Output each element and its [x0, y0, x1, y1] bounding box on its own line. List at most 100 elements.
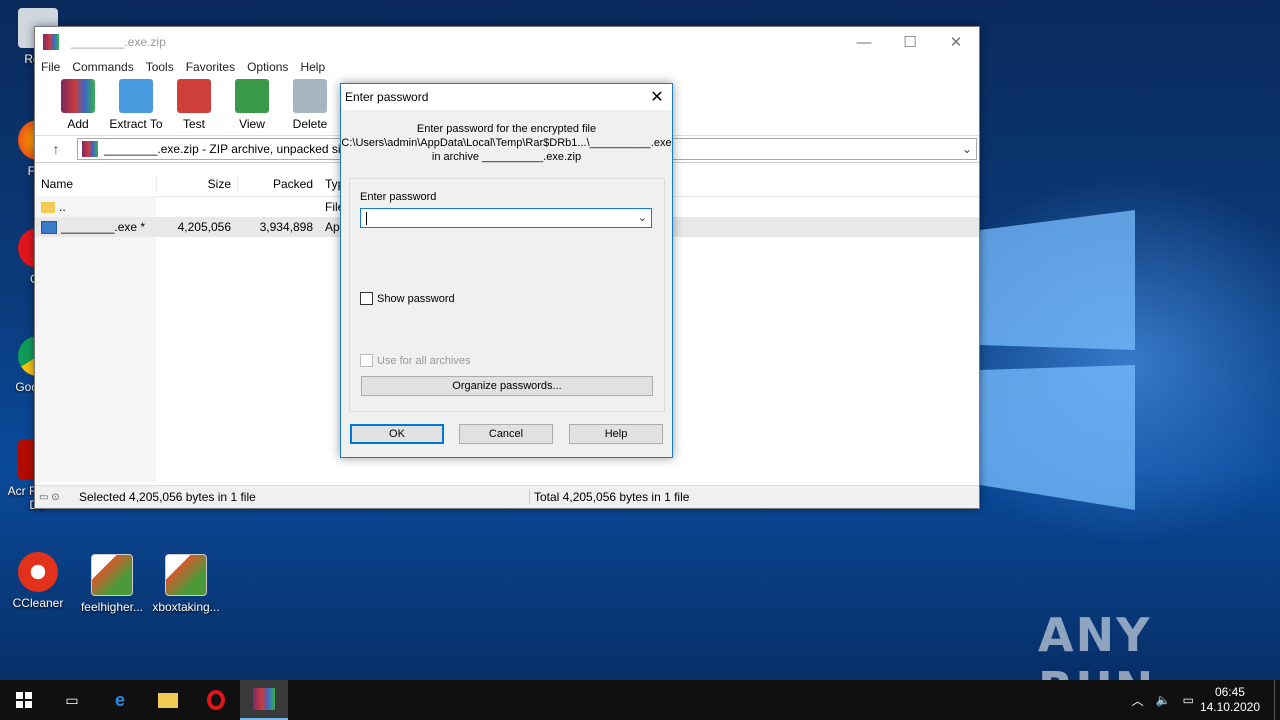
test-button[interactable]: Test — [165, 79, 223, 135]
column-header-size[interactable]: Size — [156, 177, 237, 191]
use-for-all-label: Use for all archives — [377, 354, 471, 367]
row-name: .. — [59, 200, 66, 214]
clock[interactable]: 06:45 14.10.2020 — [1200, 685, 1260, 715]
exe-file-icon — [41, 221, 57, 235]
opera-icon — [207, 690, 225, 710]
use-for-all-archives-checkbox: Use for all archives — [360, 354, 471, 367]
view-button[interactable]: View — [223, 79, 281, 135]
window-title: ________.exe.zip — [71, 35, 166, 49]
show-password-checkbox[interactable]: Show password — [360, 292, 455, 305]
winrar-icon — [43, 34, 59, 50]
column-header-packed[interactable]: Packed — [237, 177, 319, 191]
desktop-icon-label: xboxtaking... — [152, 600, 220, 614]
menu-file[interactable]: File — [41, 60, 60, 74]
clock-time: 06:45 — [1214, 685, 1245, 699]
ok-button[interactable]: OK — [350, 424, 444, 444]
edge-icon: e — [114, 689, 125, 710]
path-text: ________.exe.zip - ZIP archive, unpacked… — [104, 142, 347, 156]
delete-button[interactable]: Delete — [281, 79, 339, 135]
cancel-button[interactable]: Cancel — [459, 424, 553, 444]
taskbar-file-explorer[interactable] — [144, 680, 192, 720]
show-desktop-button[interactable] — [1274, 680, 1280, 720]
ccleaner-icon — [18, 552, 58, 592]
password-label: Enter password — [360, 191, 437, 203]
name-column-bg — [35, 196, 156, 482]
add-archive-icon — [61, 79, 95, 113]
drive-key-icon[interactable]: ▭ ⊙ — [35, 492, 79, 503]
password-group: Enter password ⌄ Show password Use for a… — [349, 178, 665, 412]
taskbar: ▭ e ︿ 🔈 ▭ 06:45 14.10.2020 — [0, 680, 1280, 720]
task-view-icon: ▭ — [65, 691, 79, 708]
image-file-icon — [165, 554, 207, 596]
up-arrow-icon[interactable]: ↑ — [35, 141, 77, 157]
status-bar: ▭ ⊙ Selected 4,205,056 bytes in 1 file T… — [35, 485, 979, 508]
windows-start-icon — [16, 692, 32, 708]
info-line: Enter password for the encrypted file — [416, 123, 597, 135]
organize-passwords-button[interactable]: Organize passwords... — [361, 376, 653, 396]
menu-commands[interactable]: Commands — [72, 60, 133, 74]
text-caret — [366, 212, 367, 225]
desktop-icon-feelhigher[interactable]: feelhigher... — [74, 554, 150, 614]
menu-help[interactable]: Help — [300, 60, 325, 74]
winrar-icon — [253, 688, 275, 710]
menu-favorites[interactable]: Favorites — [186, 60, 235, 74]
taskbar-opera[interactable] — [192, 680, 240, 720]
row-name: ________.exe * — [61, 219, 146, 234]
encrypted-file-info: Enter password for the encrypted file C:… — [341, 122, 672, 164]
dialog-title-bar[interactable]: Enter password ✕ — [341, 84, 672, 110]
clock-date: 14.10.2020 — [1199, 700, 1260, 714]
menu-tools[interactable]: Tools — [146, 60, 174, 74]
help-button[interactable]: Help — [569, 424, 663, 444]
minimize-button[interactable]: — — [841, 34, 887, 51]
dialog-close-icon[interactable]: ✕ — [642, 87, 672, 107]
row-packed: 3,934,898 — [259, 220, 313, 234]
desktop-icon-xboxtaking[interactable]: xboxtaking... — [148, 554, 224, 614]
volume-icon[interactable]: 🔈 — [1156, 693, 1171, 707]
row-size: 4,205,056 — [177, 220, 231, 234]
maximize-button[interactable]: ☐ — [887, 33, 933, 51]
view-label: View — [239, 117, 265, 131]
add-label: Add — [67, 117, 89, 131]
extract-to-button[interactable]: Extract To — [107, 79, 165, 135]
desktop-icon-label: feelhigher... — [80, 600, 144, 614]
password-input[interactable]: ⌄ — [360, 208, 652, 228]
chevron-down-icon[interactable]: ⌄ — [962, 142, 972, 156]
info-archive: in archive __________.exe.zip — [431, 151, 582, 163]
checkbox-box — [360, 354, 373, 367]
info-file-path: C:\Users\admin\AppData\Local\Temp\Rar$DR… — [341, 137, 672, 149]
taskbar-edge[interactable]: e — [96, 680, 144, 720]
folder-icon — [158, 692, 178, 708]
column-header-name[interactable]: Name — [35, 177, 156, 191]
image-file-icon — [91, 554, 133, 596]
test-label: Test — [182, 117, 205, 131]
chevron-up-icon[interactable]: ︿ — [1132, 692, 1144, 709]
view-book-icon — [235, 79, 269, 113]
chevron-down-icon[interactable]: ⌄ — [638, 211, 647, 224]
desktop-icon-ccleaner[interactable]: CCleaner — [0, 552, 76, 610]
delete-label: Delete — [292, 117, 328, 131]
add-button[interactable]: Add — [49, 79, 107, 135]
checkbox-box[interactable] — [360, 292, 373, 305]
menu-options[interactable]: Options — [247, 60, 288, 74]
system-tray: ︿ 🔈 ▭ 06:45 14.10.2020 — [1126, 680, 1280, 720]
close-button[interactable]: ✕ — [933, 33, 979, 51]
dialog-title: Enter password — [345, 90, 429, 104]
desktop-icon-label: CCleaner — [12, 596, 64, 610]
start-button[interactable] — [0, 680, 48, 720]
title-bar[interactable]: ________.exe.zip — ☐ ✕ — [35, 27, 979, 57]
task-view-button[interactable]: ▭ — [48, 680, 96, 720]
windows-logo-wallpaper — [980, 210, 1135, 510]
extract-folder-icon — [119, 79, 153, 113]
extract-to-label: Extract To — [109, 117, 163, 131]
show-password-label: Show password — [377, 292, 455, 305]
test-clipboard-icon — [177, 79, 211, 113]
delete-trash-icon — [293, 79, 327, 113]
enter-password-dialog: Enter password ✕ Enter password for the … — [340, 83, 673, 458]
taskbar-winrar[interactable] — [240, 680, 288, 720]
zip-archive-icon — [82, 141, 98, 157]
menu-bar: File Commands Tools Favorites Options He… — [35, 57, 979, 77]
status-total: Total 4,205,056 bytes in 1 file — [529, 490, 689, 504]
network-icon[interactable]: ▭ — [1183, 693, 1194, 707]
status-selected: Selected 4,205,056 bytes in 1 file — [79, 490, 256, 504]
folder-icon — [41, 202, 55, 214]
